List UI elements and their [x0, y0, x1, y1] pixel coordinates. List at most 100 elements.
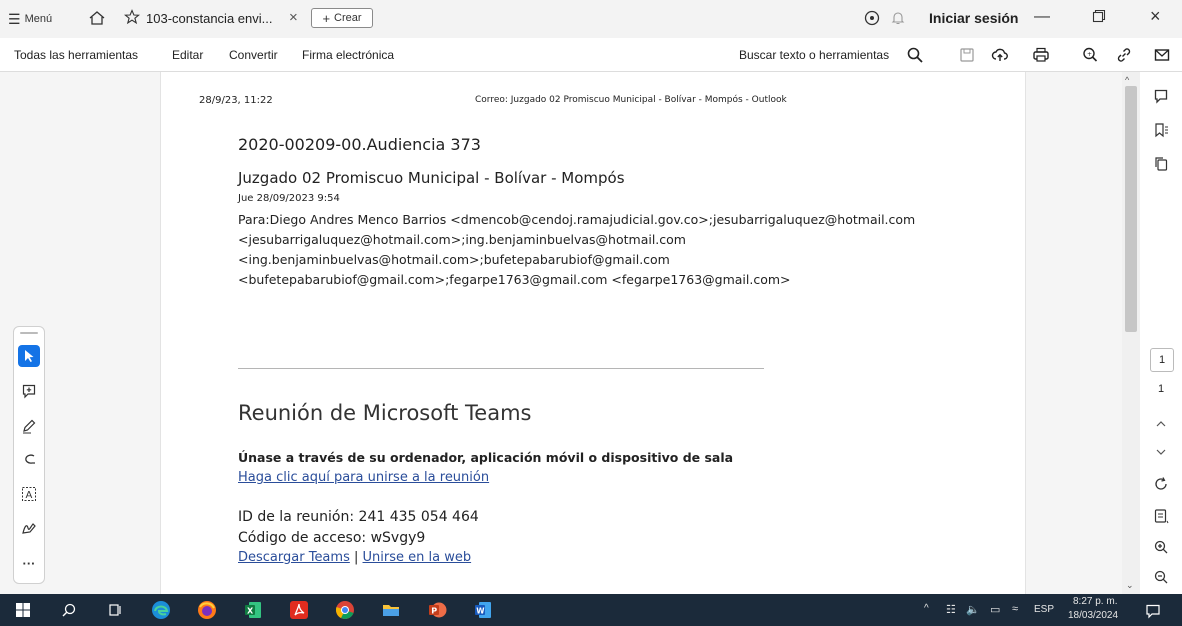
clock-time[interactable]: 8:27 p. m.: [1073, 596, 1117, 607]
email-sender: Juzgado 02 Promiscuo Municipal - Bolívar…: [238, 169, 625, 187]
add-comment-icon[interactable]: [18, 380, 40, 402]
zoom-out-icon[interactable]: [1150, 567, 1172, 587]
close-window-icon[interactable]: ×: [1150, 6, 1161, 27]
more-tools-icon[interactable]: ···: [18, 552, 40, 574]
hamburger-icon: ☰: [8, 10, 21, 27]
toolbar-handle[interactable]: [20, 332, 38, 334]
email-subject: 2020-00209-00.Audiencia 373: [238, 135, 481, 154]
menu-label: Menú: [24, 13, 53, 25]
create-button[interactable]: + Crear: [311, 8, 373, 28]
taskbar: X P W ^ ☷ 🔈 ▭ ≈ ESP 8:27 p. m. 18/03/202…: [0, 594, 1182, 626]
link-icon[interactable]: [1115, 46, 1133, 64]
copy-pages-icon[interactable]: [1150, 154, 1172, 174]
word-icon[interactable]: W: [472, 599, 494, 621]
join-meeting-link[interactable]: Haga clic aquí para unirse a la reunión: [238, 470, 489, 485]
left-toolbar: A ···: [13, 326, 45, 584]
email-icon[interactable]: [1153, 46, 1171, 64]
search-document-icon[interactable]: +: [1081, 46, 1099, 64]
recipients-line-4: <bufetepabarubiof@gmail.com>;fegarpe1763…: [238, 272, 791, 287]
page-fit-icon[interactable]: [1150, 506, 1172, 526]
svg-text:P: P: [431, 607, 437, 616]
pdf-page: 28/9/23, 11:22 Correo: Juzgado 02 Promis…: [160, 72, 1026, 594]
menu-e-signature[interactable]: Firma electrónica: [302, 48, 394, 62]
download-links: Descargar Teams | Unirse en la web: [238, 550, 471, 565]
scrollbar-thumb[interactable]: [1125, 86, 1137, 332]
edge-icon[interactable]: [150, 599, 172, 621]
page-total: 1: [1158, 383, 1165, 395]
windows-start-icon[interactable]: [12, 599, 34, 621]
divider: [238, 368, 764, 369]
email-date: Jue 28/09/2023 9:54: [238, 193, 340, 204]
right-panel: 1 1: [1140, 72, 1182, 594]
tray-chevron-icon[interactable]: ^: [924, 603, 929, 614]
volume-icon[interactable]: 🔈: [966, 603, 980, 616]
menu-bar: Todas las herramientas Editar Convertir …: [0, 38, 1182, 72]
previous-page-icon[interactable]: [1150, 414, 1172, 434]
task-view-icon[interactable]: [104, 599, 126, 621]
star-icon[interactable]: [124, 9, 140, 25]
scroll-up-icon[interactable]: ^: [1125, 75, 1129, 85]
bell-icon[interactable]: [890, 10, 906, 26]
page-number-input[interactable]: 1: [1150, 348, 1174, 372]
print-icon[interactable]: [1032, 46, 1050, 64]
taskbar-search-icon[interactable]: [58, 599, 80, 621]
minimize-icon[interactable]: —: [1034, 8, 1050, 26]
home-icon[interactable]: [88, 9, 106, 27]
download-teams-link[interactable]: Descargar Teams: [238, 550, 350, 565]
rotate-icon[interactable]: [1150, 474, 1172, 494]
menu-button[interactable]: ☰ Menú: [8, 8, 52, 30]
sign-icon[interactable]: [18, 517, 40, 539]
search-tools-label[interactable]: Buscar texto o herramientas: [739, 48, 889, 62]
recipients-line-2: <jesubarrigaluquez@hotmail.com>;ing.benj…: [238, 232, 686, 247]
svg-text:A: A: [26, 490, 33, 501]
firefox-icon[interactable]: [196, 599, 218, 621]
print-header-date: 28/9/23, 11:22: [199, 95, 273, 106]
next-page-icon[interactable]: [1150, 442, 1172, 462]
menu-all-tools[interactable]: Todas las herramientas: [14, 48, 138, 62]
file-explorer-icon[interactable]: [380, 599, 402, 621]
recipients-line-3: <ing.benjaminbuelvas@hotmail.com>;bufete…: [238, 252, 670, 267]
menu-edit[interactable]: Editar: [172, 48, 203, 62]
scroll-down-icon[interactable]: ⌄: [1126, 580, 1134, 591]
bookmarks-icon[interactable]: [1150, 120, 1172, 140]
recipients-line-1: Para:Diego Andres Menco Barrios <dmencob…: [238, 212, 916, 227]
cloud-upload-icon[interactable]: [991, 46, 1009, 64]
language-indicator[interactable]: ESP: [1034, 604, 1054, 615]
teams-heading: Reunión de Microsoft Teams: [238, 401, 532, 425]
battery-icon[interactable]: ▭: [990, 603, 1000, 616]
acrobat-icon[interactable]: [288, 599, 310, 621]
excel-icon[interactable]: X: [242, 599, 264, 621]
comments-icon[interactable]: [1150, 86, 1172, 106]
notifications-icon[interactable]: [1142, 600, 1164, 622]
zoom-in-icon[interactable]: [1150, 537, 1172, 557]
text-recognition-icon[interactable]: A: [18, 483, 40, 505]
search-icon[interactable]: [906, 46, 924, 64]
freehand-draw-icon[interactable]: [18, 448, 40, 470]
sign-in-button[interactable]: Iniciar sesión: [929, 10, 1018, 26]
svg-text:+: +: [1087, 51, 1092, 58]
select-tool-icon[interactable]: [18, 345, 40, 367]
save-icon[interactable]: [958, 46, 976, 64]
svg-text:X: X: [247, 607, 254, 616]
link-separator: |: [353, 550, 359, 565]
wifi-icon[interactable]: ≈: [1012, 603, 1018, 615]
title-bar: ☰ Menú 103-constancia envi... × + Crear …: [0, 0, 1182, 39]
plus-icon: +: [322, 10, 331, 26]
svg-text:W: W: [476, 607, 485, 616]
chrome-icon[interactable]: [334, 599, 356, 621]
create-label: Crear: [334, 12, 362, 24]
join-web-link[interactable]: Unirse en la web: [363, 550, 472, 565]
access-code: Código de acceso: wSvgy9: [238, 530, 426, 546]
meeting-id: ID de la reunión: 241 435 054 464: [238, 509, 479, 525]
join-instructions: Únase a través de su ordenador, aplicaci…: [238, 450, 734, 465]
highlight-pen-icon[interactable]: [18, 415, 40, 437]
tray-device-icon[interactable]: ☷: [946, 603, 956, 616]
powerpoint-icon[interactable]: P: [426, 599, 448, 621]
tab-close-icon[interactable]: ×: [289, 9, 298, 26]
menu-convert[interactable]: Convertir: [229, 48, 278, 62]
restore-icon[interactable]: [1092, 9, 1106, 23]
print-header-title: Correo: Juzgado 02 Promiscuo Municipal -…: [475, 95, 787, 105]
tab-title[interactable]: 103-constancia envi...: [146, 11, 272, 26]
help-icon[interactable]: [864, 10, 880, 26]
clock-date[interactable]: 18/03/2024: [1068, 610, 1118, 621]
